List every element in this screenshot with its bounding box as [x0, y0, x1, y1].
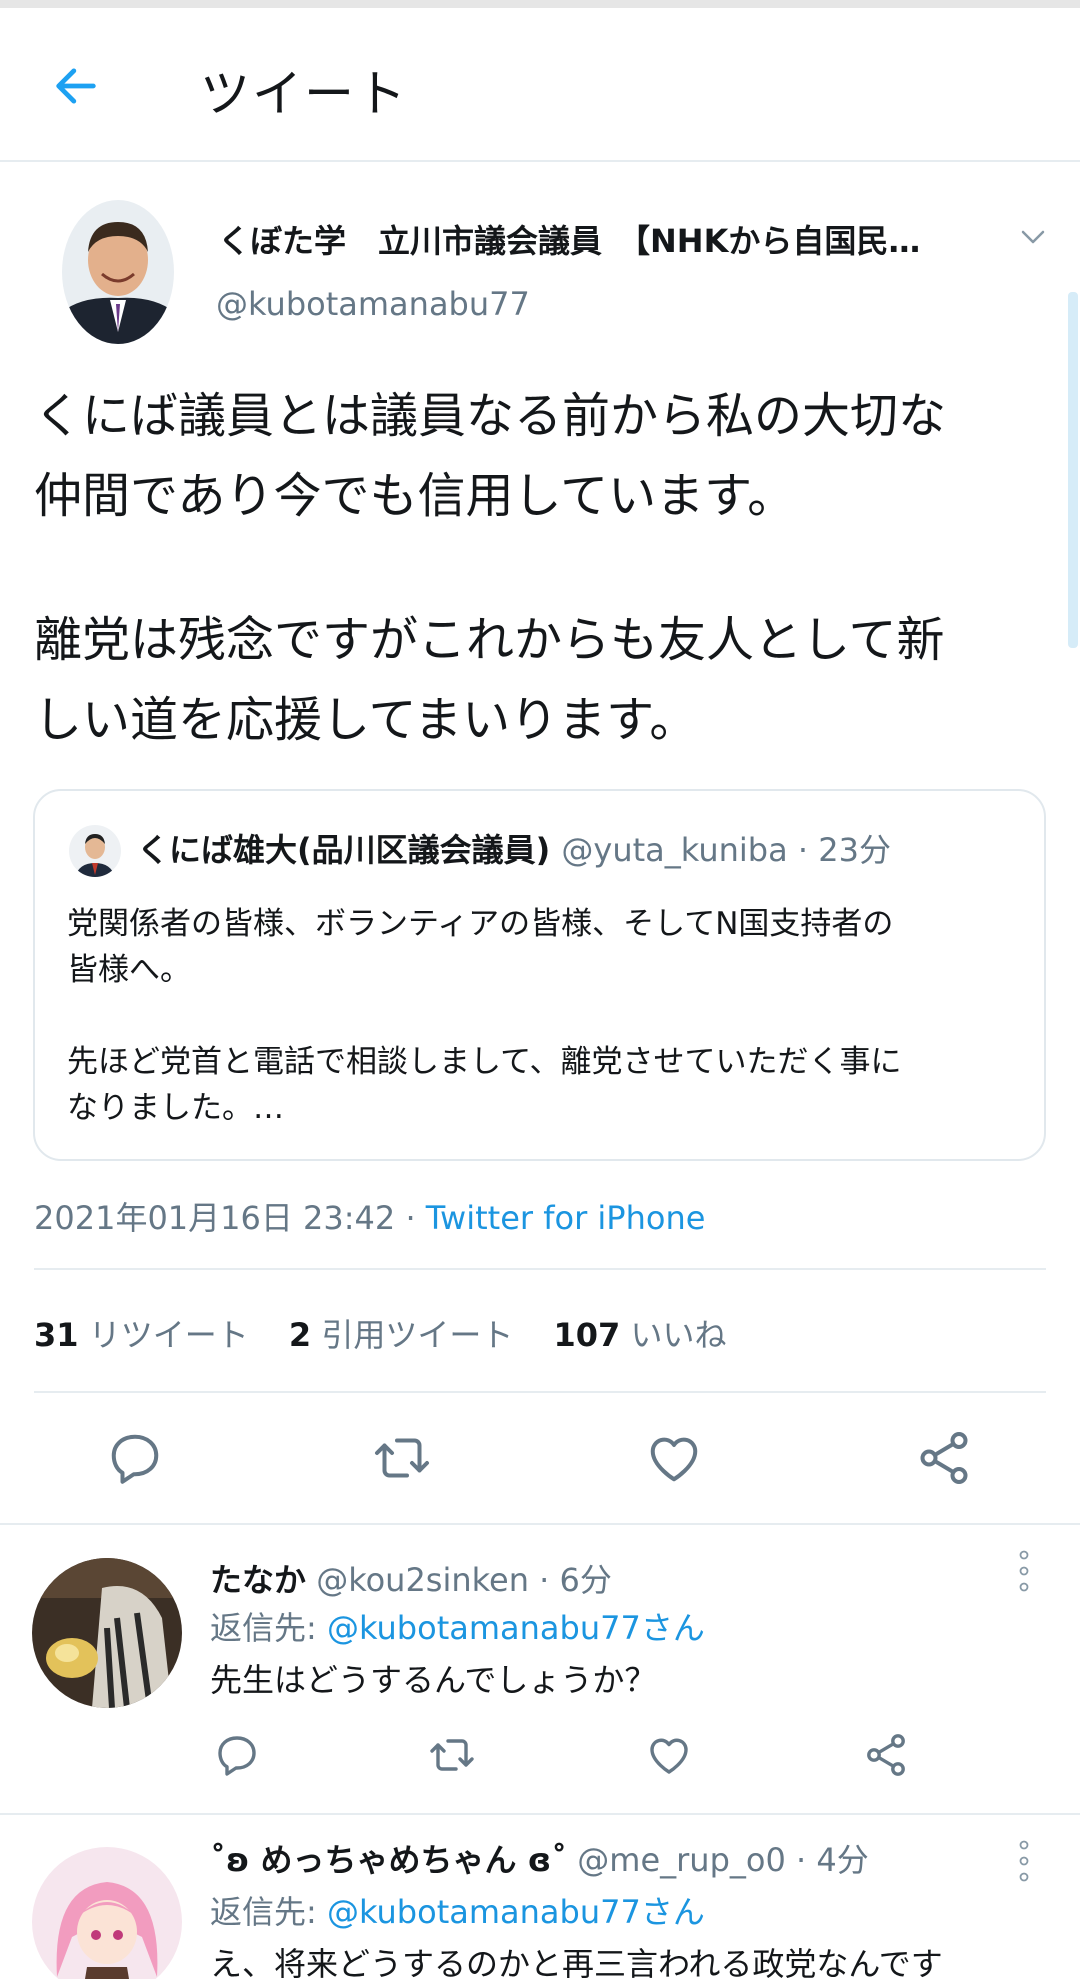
reply-to-line: 返信先: @kubotamanabu77さん — [210, 1887, 705, 1933]
tweet-timestamp: 2021年01月16日 23:42 · Twitter for iPhone — [34, 1193, 705, 1239]
likes-stat[interactable]: 107 いいね — [554, 1316, 727, 1354]
quoted-author-line: くにば雄大(品川区議会議員) @yuta_kuniba · 23分 — [137, 825, 891, 871]
more-vertical-icon[interactable] — [1012, 1549, 1036, 1593]
quoted-text-line: 皆様へ。 — [67, 952, 191, 988]
reply-author-name[interactable]: たなか — [210, 1561, 306, 1599]
back-arrow-icon[interactable] — [50, 60, 102, 112]
retweets-label: リツイート — [88, 1316, 249, 1354]
retweet-icon[interactable] — [428, 1731, 476, 1779]
scrollbar[interactable] — [1068, 292, 1078, 648]
divider — [34, 1391, 1046, 1393]
retweets-count: 31 — [34, 1316, 79, 1354]
tweet-action-bar — [0, 1420, 1080, 1500]
tweet-text: くにば議員とは議員なる前から私の大切な 仲間であり今でも信用しています。 離党は… — [34, 376, 1044, 760]
reply-tweet[interactable]: ˚ʚ めっちゃめちゃん ɞ˚ @me_rup_o0 · 4分 返信先: @kub… — [0, 1815, 1080, 1979]
quoted-text-line: なりました。… — [67, 1090, 284, 1126]
author-handle[interactable]: @kubotamanabu77 — [216, 285, 530, 323]
reply-header: たなか @kou2sinken · 6分 — [210, 1555, 612, 1601]
reply-to-mention[interactable]: @kubotamanabu77さん — [327, 1893, 705, 1931]
timestamp-text: 2021年01月16日 23:42 · — [34, 1199, 426, 1237]
reply-tweet[interactable]: たなか @kou2sinken · 6分 返信先: @kubotamanabu7… — [0, 1525, 1080, 1813]
author-avatar[interactable] — [62, 200, 174, 344]
reply-to-mention[interactable]: @kubotamanabu77さん — [327, 1609, 705, 1647]
tweet-text-line: 仲間であり今でも信用しています。 — [34, 468, 796, 524]
reply-header: ˚ʚ めっちゃめちゃん ɞ˚ @me_rup_o0 · 4分 — [210, 1835, 869, 1881]
likes-label: いいね — [630, 1316, 727, 1354]
quoted-tweet-text: 党関係者の皆様、ボランティアの皆様、そしてN国支持者の 皆様へ。 先ほど党首と電… — [67, 901, 1027, 1131]
share-icon[interactable] — [862, 1731, 910, 1779]
reply-to-prefix: 返信先: — [210, 1893, 327, 1931]
divider — [34, 1268, 1046, 1270]
retweet-icon[interactable] — [372, 1428, 432, 1488]
reply-icon[interactable] — [213, 1731, 261, 1779]
likes-count: 107 — [553, 1316, 621, 1354]
quoted-tweet-card[interactable]: くにば雄大(品川区議会議員) @yuta_kuniba · 23分 党関係者の皆… — [33, 789, 1046, 1161]
reply-author-handle[interactable]: @me_rup_o0 · 4分 — [577, 1841, 868, 1879]
quoted-text-line: 先ほど党首と電話で相談しまして、離党させていただく事に — [67, 1044, 902, 1080]
tweet-text-line: しい道を応援してまいります。 — [34, 692, 698, 748]
reply-text: え、将来どうするのかと再三言われる政党なんです — [210, 1945, 943, 1979]
tweet-stats: 31 リツイート 2 引用ツイート 107 いいね — [34, 1310, 757, 1356]
reply-avatar[interactable] — [32, 1847, 182, 1979]
page-title: ツイート — [200, 65, 408, 123]
reply-icon[interactable] — [105, 1428, 165, 1488]
quotes-label: 引用ツイート — [321, 1316, 514, 1354]
reply-to-prefix: 返信先: — [210, 1609, 327, 1647]
reply-author-handle[interactable]: @kou2sinken · 6分 — [316, 1561, 612, 1599]
chevron-down-icon[interactable] — [1016, 222, 1050, 252]
tweet-text-line: 離党は残念ですがこれからも友人として新 — [34, 612, 945, 668]
author-name[interactable]: くぼた学 立川市議会議員 【NHKから自国民… — [218, 216, 998, 262]
like-icon[interactable] — [645, 1731, 693, 1779]
quoted-author-handle: @yuta_kuniba · 23分 — [561, 831, 891, 869]
quoted-text-line: 党関係者の皆様、ボランティアの皆様、そしてN国支持者の — [67, 906, 894, 942]
tweet-text-line: くにば議員とは議員なる前から私の大切な — [34, 388, 947, 444]
app-header: ツイート — [0, 8, 1080, 162]
reply-avatar[interactable] — [32, 1558, 182, 1708]
quotes-stat[interactable]: 2 引用ツイート — [289, 1316, 513, 1354]
share-icon[interactable] — [914, 1428, 974, 1488]
source-link[interactable]: Twitter for iPhone — [426, 1199, 706, 1237]
reply-author-name[interactable]: ˚ʚ めっちゃめちゃん ɞ˚ — [210, 1841, 567, 1879]
reply-text: 先生はどうするんでしょうか？ — [210, 1661, 657, 1699]
quoted-author-name: くにば雄大(品川区議会議員) — [137, 831, 551, 869]
retweets-stat[interactable]: 31 リツイート — [34, 1316, 249, 1354]
quoted-author-avatar — [69, 825, 121, 877]
quotes-count: 2 — [288, 1316, 312, 1354]
like-icon[interactable] — [644, 1428, 704, 1488]
status-strip — [0, 0, 1080, 8]
more-vertical-icon[interactable] — [1012, 1839, 1036, 1883]
reply-to-line: 返信先: @kubotamanabu77さん — [210, 1603, 705, 1649]
